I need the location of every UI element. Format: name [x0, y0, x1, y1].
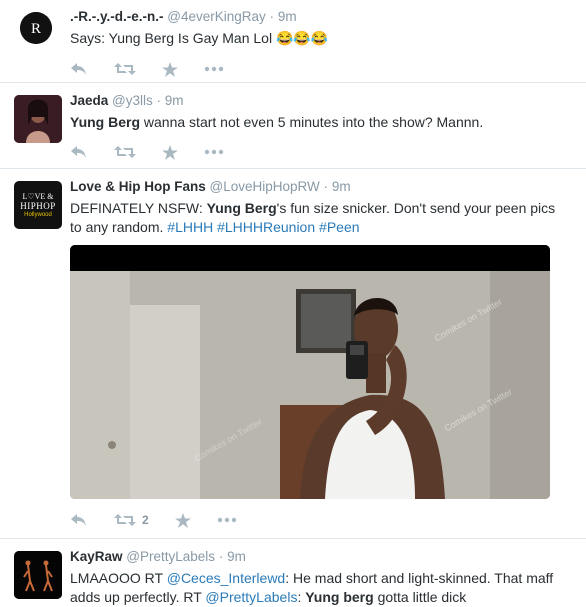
r-monogram-icon: R [20, 12, 52, 44]
separator: · [156, 93, 162, 108]
more-dots-icon [204, 149, 224, 155]
tweet-header: Jaeda @y3lls · 9m [70, 92, 570, 110]
more-button[interactable] [204, 149, 224, 155]
tweet-text: Says: Yung Berg Is Gay Man Lol 😂😂😂 [70, 30, 329, 46]
logo-line: HIPHOP [20, 200, 56, 211]
hashtag-link[interactable]: #Peen [319, 219, 359, 235]
retweet-button[interactable]: 2 [114, 513, 149, 527]
tweet[interactable]: KayRaw @PrettyLabels · 9m LMAAOOO RT @Ce… [0, 539, 586, 607]
favorite-button[interactable] [174, 512, 191, 528]
username[interactable]: @LoveHipHopRW [210, 179, 320, 194]
more-dots-icon [204, 66, 224, 72]
tweet-text: Yung Berg wanna start not even 5 minutes… [70, 113, 570, 132]
retweet-button[interactable] [114, 145, 136, 159]
display-name[interactable]: Jaeda [70, 93, 108, 108]
more-button[interactable] [204, 66, 224, 72]
reply-icon [71, 514, 86, 526]
tweet-text: LMAAOOO RT @Ceces_Interlewd: He mad shor… [70, 569, 570, 607]
retweet-icon [114, 63, 136, 75]
mention-link[interactable]: @Ceces_Interlewd [167, 570, 286, 586]
tweet-text-body: wanna start not even 5 minutes into the … [140, 114, 484, 130]
tweet[interactable]: R .-R.-.y.-d.-e.-n.- @4everKingRay · 9m … [0, 0, 586, 83]
tweet-actions [70, 58, 570, 80]
avatar[interactable] [14, 95, 62, 143]
retweet-count: 2 [142, 513, 149, 527]
star-icon [162, 61, 178, 77]
tweet-text-body: LMAAOOO RT [70, 570, 167, 586]
tweet-header: Love & Hip Hop Fans @LoveHipHopRW · 9m [70, 178, 570, 196]
timestamp[interactable]: 9m [227, 549, 246, 564]
reply-icon [71, 146, 86, 158]
tweet[interactable]: Jaeda @y3lls · 9m Yung Berg wanna start … [0, 83, 586, 169]
username[interactable]: @4everKingRay [167, 9, 266, 24]
star-icon [162, 144, 178, 160]
avatar[interactable] [14, 551, 62, 599]
tweet-actions [70, 141, 570, 163]
tweet-header: .-R.-.y.-d.-e.-n.- @4everKingRay · 9m [70, 8, 570, 26]
retweet-button[interactable] [114, 62, 136, 76]
username[interactable]: @PrettyLabels [126, 549, 215, 564]
mention-link[interactable]: @PrettyLabels [205, 589, 297, 605]
star-icon [174, 512, 191, 528]
profile-photo [14, 95, 62, 143]
more-button[interactable] [217, 517, 237, 523]
reply-button[interactable] [70, 513, 88, 527]
timestamp[interactable]: 9m [332, 179, 351, 194]
avatar[interactable]: L♡VE & HIPHOP Hollywood [14, 181, 62, 229]
display-name[interactable]: KayRaw [70, 549, 123, 564]
reply-button[interactable] [70, 145, 88, 159]
tweet-header: KayRaw @PrettyLabels · 9m [70, 548, 570, 566]
display-name[interactable]: Love & Hip Hop Fans [70, 179, 206, 194]
tweet-text-body: gotta little dick [373, 589, 467, 605]
tweet-media-photo[interactable]: Comikes on Twitter Comikes on Twitter Co… [70, 245, 550, 499]
svg-text:R: R [31, 21, 41, 37]
separator: · [323, 179, 329, 194]
reply-icon [71, 63, 86, 75]
logo-line: L♡VE & [22, 191, 54, 201]
highlight-term: Yung Berg [70, 114, 141, 130]
reply-button[interactable] [70, 62, 88, 76]
tweet-text: DEFINATELY NSFW: Yung Berg's fun size sn… [70, 199, 570, 237]
tweet-actions: 2 [70, 509, 570, 531]
profile-photo [14, 551, 62, 599]
highlight-term: Yung Berg [206, 200, 277, 216]
selfie-photo [70, 245, 550, 499]
hashtag-link[interactable]: #LHHH [167, 219, 213, 235]
separator: · [218, 549, 224, 564]
avatar[interactable]: R [20, 12, 52, 44]
logo-line: Hollywood [24, 211, 52, 218]
separator: · [269, 9, 275, 24]
display-name[interactable]: .-R.-.y.-d.-e.-n.- [70, 9, 164, 24]
tweet-text-body: DEFINATELY NSFW: [70, 200, 207, 216]
favorite-button[interactable] [162, 61, 178, 77]
timestamp[interactable]: 9m [165, 93, 184, 108]
favorite-button[interactable] [162, 144, 178, 160]
more-dots-icon [217, 517, 236, 523]
tweet[interactable]: L♡VE & HIPHOP Hollywood Love & Hip Hop F… [0, 169, 586, 539]
hashtag-link[interactable]: #LHHHReunion [217, 219, 315, 235]
highlight-term: Yung berg [305, 589, 374, 605]
timestamp[interactable]: 9m [278, 9, 297, 24]
username[interactable]: @y3lls [112, 93, 153, 108]
retweet-icon [114, 514, 136, 526]
retweet-icon [114, 146, 136, 158]
